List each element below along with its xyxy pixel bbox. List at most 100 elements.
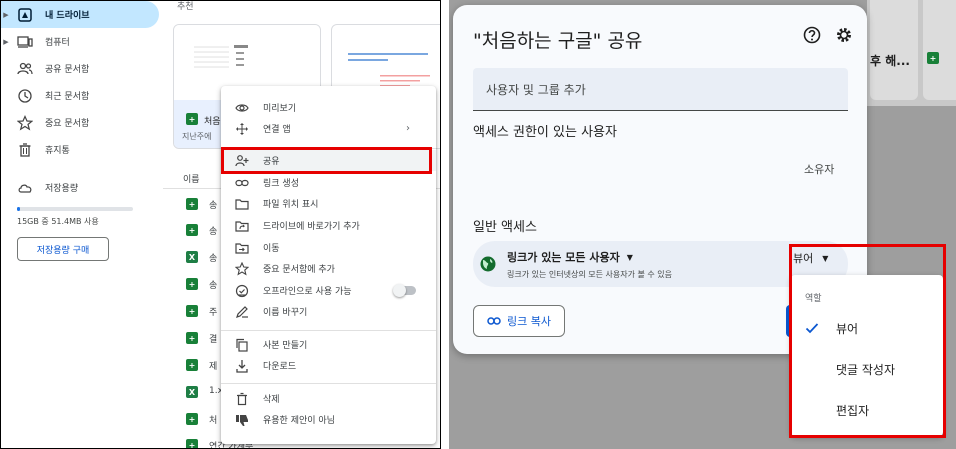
clock-icon	[18, 88, 32, 103]
column-header-name[interactable]: 이름	[183, 172, 200, 185]
caret-down-icon: ▼	[822, 253, 829, 263]
sidebar-item-my-drive[interactable]: ▶ 내 드라이브	[1, 1, 159, 28]
access-header: 액세스 권한이 있는 사용자	[473, 125, 617, 140]
cloud-icon	[18, 184, 32, 193]
menu-divider	[221, 148, 436, 149]
my-drive-icon	[18, 7, 32, 22]
menu-item-offline[interactable]: 오프라인으로 사용 가능	[221, 280, 436, 301]
sidebar-item-label: 최근 문서함	[45, 92, 90, 102]
shortcut-icon	[235, 220, 249, 232]
suggested-section-label: 추천	[177, 2, 194, 12]
sidebar-item-label: 중요 문서함	[45, 119, 90, 129]
role-option-editor[interactable]: 편집자	[791, 390, 943, 430]
sidebar: ▶ 내 드라이브 ▶ 컴퓨터 공유 문서함 최근 문서함 중요 문서함 휴지통 …	[1, 1, 163, 448]
expand-arrow-icon[interactable]: ▶	[1, 11, 11, 19]
sidebar-item-recent[interactable]: 최근 문서함	[1, 82, 159, 109]
sidebar-item-storage[interactable]: 저장용량	[1, 174, 159, 201]
menu-item-download[interactable]: 다운로드	[221, 355, 436, 376]
add-people-input[interactable]: 사용자 및 그룹 추가	[473, 68, 848, 111]
background-file-card: 후 해...	[870, 0, 918, 100]
menu-item-rename[interactable]: 이름 바꾸기	[221, 301, 436, 322]
card-subtitle: 지난주에	[182, 132, 212, 141]
sidebar-item-label: 컴퓨터	[45, 38, 70, 48]
download-icon	[236, 359, 248, 373]
link-icon	[235, 179, 249, 186]
menu-item-preview[interactable]: 미리보기	[221, 97, 436, 118]
sidebar-item-trash[interactable]: 휴지통	[1, 136, 159, 163]
star-icon	[17, 114, 33, 131]
file-name[interactable]: 주	[209, 305, 217, 318]
sheets-icon: +	[186, 224, 198, 236]
globe-icon	[480, 256, 496, 272]
storage-progress-bar	[17, 207, 133, 211]
link-access-description: 링크가 있는 인터넷상의 모든 사용자가 볼 수 있음	[507, 270, 672, 279]
buy-storage-button[interactable]: 저장용량 구매	[17, 237, 109, 261]
menu-item-get-link[interactable]: 링크 생성	[221, 172, 436, 193]
menu-item-add-starred[interactable]: 중요 문서함에 추가	[221, 258, 436, 279]
storage-usage-text: 15GB 중 51.4MB 사용	[17, 217, 99, 226]
link-icon	[487, 317, 501, 325]
file-name[interactable]: 송	[209, 198, 217, 211]
check-icon	[805, 323, 819, 334]
role-option-commenter[interactable]: 댓글 작성자	[791, 349, 943, 389]
role-selector[interactable]: 뷰어 ▼	[793, 250, 828, 266]
trash-icon	[19, 142, 31, 157]
sheets-icon: +	[186, 413, 198, 425]
menu-item-make-copy[interactable]: 사본 만들기	[221, 334, 436, 355]
link-access-dropdown[interactable]: 링크가 있는 모든 사용자 ▼	[507, 249, 633, 265]
excel-icon: X	[186, 251, 198, 263]
sheets-icon: +	[186, 198, 198, 210]
sidebar-item-starred[interactable]: 중요 문서함	[1, 109, 159, 136]
computer-icon	[17, 35, 33, 48]
file-name[interactable]: 송	[209, 251, 217, 264]
menu-item-move[interactable]: 이동	[221, 237, 436, 258]
file-name[interactable]: 결	[209, 332, 217, 345]
delete-icon	[237, 392, 247, 405]
excel-icon: X	[186, 386, 198, 398]
sidebar-item-computer[interactable]: ▶ 컴퓨터	[1, 28, 159, 55]
sidebar-item-label: 저장용량	[45, 184, 79, 194]
menu-item-add-shortcut[interactable]: 드라이브에 바로가기 추가	[221, 215, 436, 236]
menu-item-delete[interactable]: 삭제	[221, 388, 436, 409]
sheets-icon: +	[186, 113, 198, 125]
file-name[interactable]: 송	[209, 278, 217, 291]
file-context-menu: 미리보기 연결 앱 › 공유 링크 생성 파일 위치 표시 드라이브에 바로가기…	[221, 86, 436, 444]
caret-down-icon: ▼	[626, 252, 633, 262]
sheets-icon: +	[186, 332, 198, 344]
sidebar-item-label: 내 드라이브	[45, 11, 90, 21]
menu-divider	[221, 330, 436, 331]
sidebar-item-label: 공유 문서함	[45, 65, 90, 75]
offline-check-icon	[235, 284, 249, 297]
menu-item-show-file-location[interactable]: 파일 위치 표시	[221, 193, 436, 214]
help-icon[interactable]	[803, 26, 821, 44]
menu-item-share[interactable]: 공유	[221, 150, 436, 171]
role-option-viewer[interactable]: 뷰어	[791, 308, 943, 348]
move-arrows-icon	[236, 122, 248, 135]
folder-icon	[235, 198, 249, 210]
role-dropdown-header: 역할	[805, 294, 822, 304]
offline-toggle-switch[interactable]	[393, 284, 416, 297]
role-dropdown-menu: 역할 뷰어 댓글 작성자 편집자	[791, 275, 943, 436]
move-to-icon	[235, 242, 249, 254]
sheets-icon: +	[186, 278, 198, 290]
sheets-icon: +	[186, 359, 198, 371]
sidebar-item-label: 휴지통	[45, 146, 70, 156]
thumb-down-icon	[236, 414, 248, 426]
expand-arrow-icon[interactable]: ▶	[1, 38, 11, 46]
gear-icon[interactable]	[835, 26, 853, 44]
menu-item-not-helpful[interactable]: 유용한 제안이 아님	[221, 409, 436, 430]
chevron-right-icon: ›	[406, 123, 410, 134]
card-title: 처음	[204, 117, 221, 127]
copy-link-button[interactable]: 링크 복사	[473, 305, 565, 337]
file-name[interactable]: 제	[209, 359, 217, 372]
general-access-header: 일반 액세스	[473, 220, 537, 235]
sheets-icon: +	[186, 439, 198, 448]
background-file-card: +	[923, 0, 956, 100]
background-card-text: 후 해...	[870, 54, 910, 68]
file-name[interactable]: 송	[209, 224, 217, 237]
menu-item-open-with[interactable]: 연결 앱 ›	[221, 118, 436, 139]
sidebar-item-shared[interactable]: 공유 문서함	[1, 55, 159, 82]
shared-people-icon	[17, 62, 33, 74]
file-name[interactable]: 처	[209, 413, 217, 426]
pencil-icon	[236, 305, 248, 318]
